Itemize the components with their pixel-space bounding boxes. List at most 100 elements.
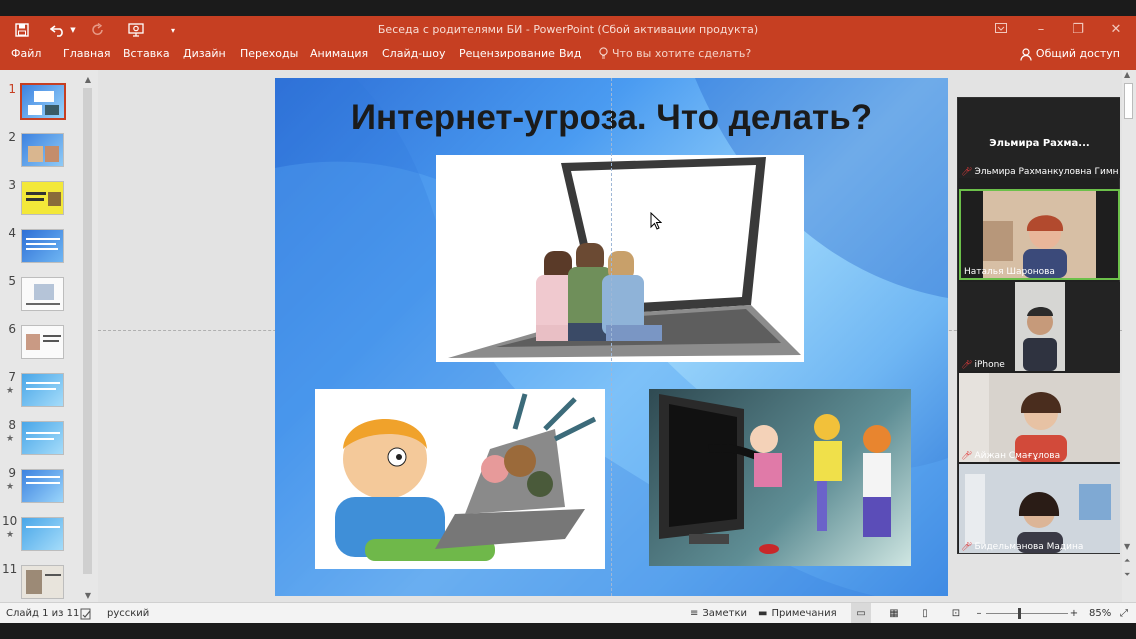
person-icon xyxy=(1020,48,1032,61)
scroll-down-icon[interactable]: ▼ xyxy=(82,590,94,602)
tab-home[interactable]: Главная xyxy=(63,44,111,70)
thumbnail-number: 3 xyxy=(8,178,16,192)
thumbnail-number: 9 xyxy=(8,466,16,480)
mic-muted-icon: 🎤︎ xyxy=(961,451,973,461)
notes-icon: ≡ xyxy=(690,608,699,619)
undo-dropdown-icon[interactable]: ▼ xyxy=(68,20,78,40)
participant-name-text: Айжан Смағұлова xyxy=(974,451,1061,461)
slide-thumbnail-5[interactable] xyxy=(21,277,64,311)
zoom-out-icon[interactable]: – xyxy=(974,603,984,624)
customize-qat-icon[interactable]: ▾ xyxy=(166,20,180,40)
participant-name: Наталья Шаронова xyxy=(964,267,1055,277)
title-bar: Беседа с родителями БИ - PowerPoint (Сбо… xyxy=(0,16,1136,44)
slide-thumbnail-6[interactable] xyxy=(21,325,64,359)
slide-counter[interactable]: Слайд 1 из 11 xyxy=(6,603,79,624)
boy-at-computer-cartoon[interactable] xyxy=(315,389,605,569)
normal-view-icon[interactable]: ▭ xyxy=(851,603,871,624)
language-indicator[interactable]: русский xyxy=(107,603,149,624)
animation-star-icon: ★ xyxy=(6,530,15,540)
undo-icon[interactable] xyxy=(48,20,68,40)
mic-muted-icon: 🎤︎ xyxy=(961,167,973,177)
slide-thumbnail-4[interactable] xyxy=(21,229,64,263)
tab-insert[interactable]: Вставка xyxy=(123,44,170,70)
thumbnail-number: 2 xyxy=(8,130,16,144)
kids-pulled-into-monitor-cartoon[interactable] xyxy=(649,389,911,566)
screen-top-bar xyxy=(0,0,1136,16)
participant-tile-iphone[interactable]: 🎤︎ iPhone xyxy=(959,282,1120,371)
tab-animations[interactable]: Анимация xyxy=(310,44,368,70)
zoom-slider[interactable] xyxy=(986,613,1068,614)
thumbnail-scrollbar[interactable]: ▲ ▼ xyxy=(82,74,94,602)
lightbulb-icon xyxy=(599,47,608,59)
zoom-in-icon[interactable]: + xyxy=(1069,603,1079,624)
participant-name: 🎤︎ Айжан Смағұлова xyxy=(961,451,1060,461)
save-icon[interactable] xyxy=(12,20,32,40)
reading-view-icon[interactable]: ▯ xyxy=(915,603,935,624)
laptop-children-picture[interactable] xyxy=(436,155,804,362)
tab-slideshow[interactable]: Слайд-шоу xyxy=(382,44,445,70)
slide-thumbnail-7[interactable] xyxy=(21,373,64,407)
video-participants-panel: Эльмира Рахма... 🎤︎ Эльмира Рахманкуловн… xyxy=(957,97,1120,554)
participant-name-text: Наталья Шаронова xyxy=(964,267,1055,277)
scroll-up-icon[interactable]: ▲ xyxy=(1124,70,1130,79)
slideshow-view-icon[interactable]: ⊡ xyxy=(946,603,966,624)
next-slide-icon[interactable]: ⏷ xyxy=(1124,570,1130,580)
spellcheck-icon[interactable] xyxy=(80,603,92,624)
thumbnail-number: 4 xyxy=(8,226,16,240)
scroll-thumb[interactable] xyxy=(83,88,92,574)
restore-icon[interactable]: ❐ xyxy=(1063,20,1093,40)
fit-slide-icon[interactable]: ⤢ xyxy=(1117,603,1131,624)
notes-label: Заметки xyxy=(702,608,747,619)
participant-tile-madina[interactable]: 🎤︎ Бидельманова Мадина xyxy=(959,464,1120,553)
ribbon-tabs: Файл Главная Вставка Дизайн Переходы Ани… xyxy=(0,44,1136,70)
thumbnail-number: 1 xyxy=(8,82,16,96)
previous-slide-icon[interactable]: ⏶ xyxy=(1124,556,1130,566)
minimize-icon[interactable]: – xyxy=(1026,20,1056,40)
comments-button[interactable]: ▬ Примечания xyxy=(758,603,837,624)
slide-thumbnail-8[interactable] xyxy=(21,421,64,455)
start-slideshow-icon[interactable] xyxy=(126,20,146,40)
participant-name: 🎤︎ Бидельманова Мадина xyxy=(961,542,1083,552)
slide-sorter-icon[interactable]: ▦ xyxy=(884,603,904,624)
participant-tile-aizhan[interactable]: 🎤︎ Айжан Смағұлова xyxy=(959,373,1120,462)
tab-view[interactable]: Вид xyxy=(559,44,581,70)
scroll-down-icon[interactable]: ▼ xyxy=(1124,542,1130,551)
tab-file[interactable]: Файл xyxy=(11,44,41,70)
participant-tile-host[interactable]: Эльмира Рахма... 🎤︎ Эльмира Рахманкуловн… xyxy=(959,98,1120,178)
slide-thumbnail-3[interactable] xyxy=(21,181,64,215)
tell-me-box[interactable]: Что вы хотите сделать? xyxy=(599,44,751,70)
zoom-level[interactable]: 85% xyxy=(1089,603,1111,624)
animation-star-icon: ★ xyxy=(6,434,15,444)
slide-thumbnail-10[interactable] xyxy=(21,517,64,551)
thumbnail-number: 7 xyxy=(8,370,16,384)
zoom-slider-thumb[interactable] xyxy=(1018,608,1021,619)
slide-thumbnail-1[interactable] xyxy=(20,83,66,120)
slide-thumbnail-11[interactable] xyxy=(21,565,64,599)
close-icon[interactable]: ✕ xyxy=(1101,20,1131,40)
slide-scrollbar[interactable]: ▲ ▼ ⏶ ⏷ xyxy=(1122,70,1136,602)
mic-muted-icon: 🎤︎ xyxy=(961,360,973,370)
tab-design[interactable]: Дизайн xyxy=(183,44,226,70)
thumbnail-number: 11 xyxy=(2,562,18,576)
notes-button[interactable]: ≡ Заметки xyxy=(690,603,747,624)
comment-icon: ▬ xyxy=(758,608,768,619)
participant-name: 🎤︎ iPhone xyxy=(961,360,1005,370)
scroll-up-icon[interactable]: ▲ xyxy=(82,74,94,86)
slide-thumbnail-9[interactable] xyxy=(21,469,64,503)
tab-transitions[interactable]: Переходы xyxy=(240,44,298,70)
thumbnail-number: 8 xyxy=(8,418,16,432)
mouse-pointer-icon xyxy=(650,212,662,230)
current-slide[interactable]: Интернет-угроза. Что делать? xyxy=(275,78,948,596)
tab-review[interactable]: Рецензирование xyxy=(459,44,555,70)
slide-thumbnail-2[interactable] xyxy=(21,133,64,167)
participant-name-text: Бидельманова Мадина xyxy=(974,542,1084,552)
animation-star-icon: ★ xyxy=(6,482,15,492)
redo-icon[interactable] xyxy=(88,20,108,40)
ribbon-display-icon[interactable] xyxy=(986,20,1016,40)
participant-name-text: Эльмира Рахманкуловна Гимна... xyxy=(974,167,1119,177)
share-button[interactable]: Общий доступ xyxy=(1020,44,1120,70)
tell-me-text: Что вы хотите сделать? xyxy=(612,47,752,60)
scroll-thumb[interactable] xyxy=(1124,83,1133,119)
participant-tile-speaking[interactable]: Наталья Шаронова xyxy=(959,189,1120,280)
screen-bottom-bar xyxy=(0,623,1136,639)
